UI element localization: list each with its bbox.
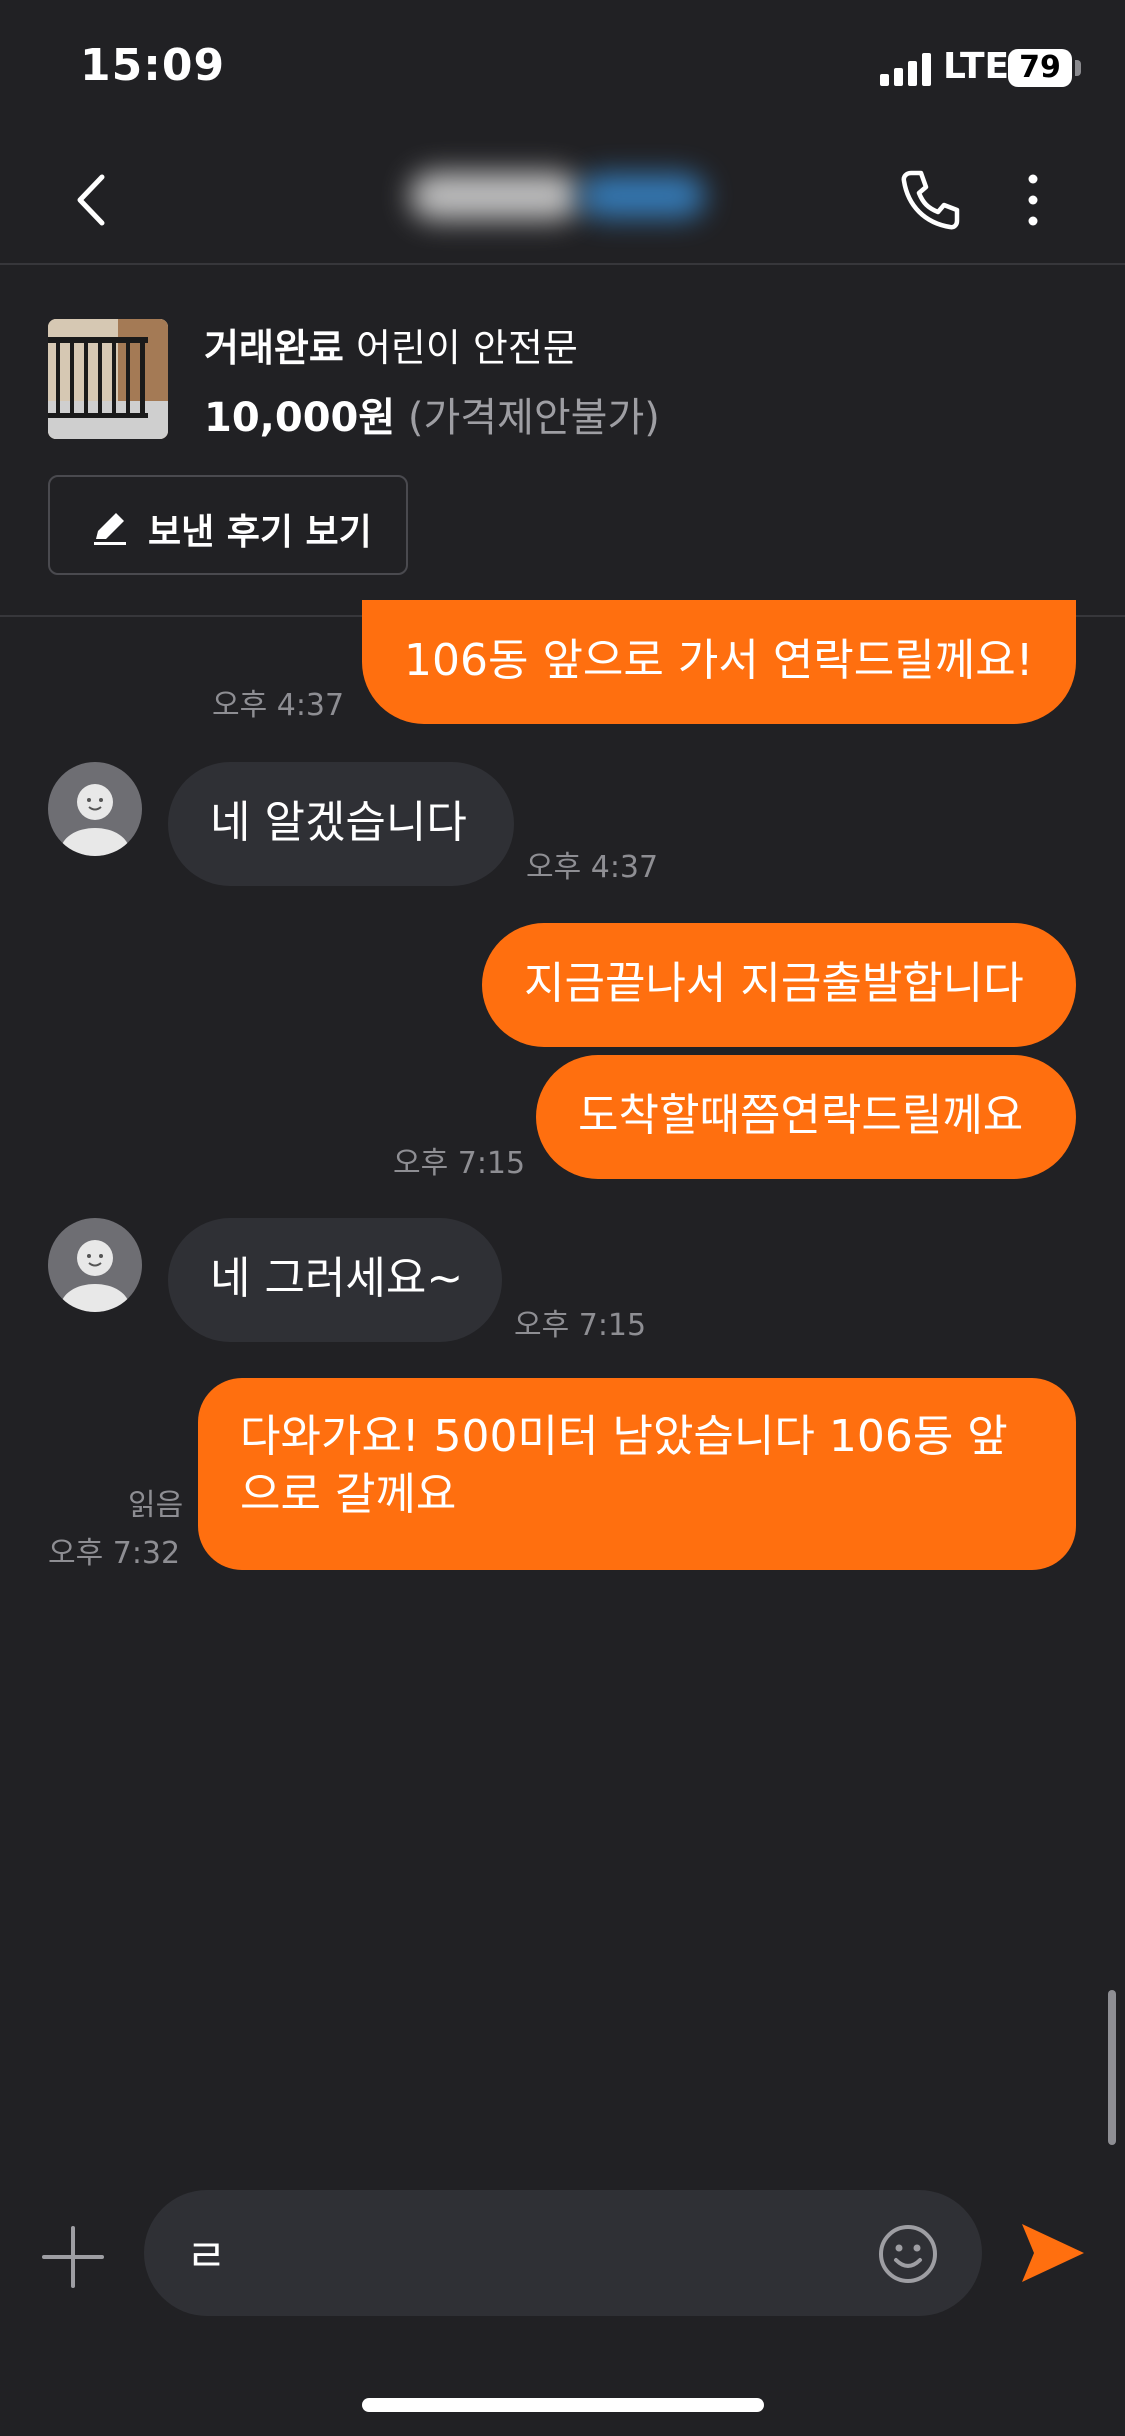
product-price-line: 10,000원 (가격제안불가) <box>204 385 660 443</box>
product-info-bar[interactable]: 거래완료 어린이 안전문 10,000원 (가격제안불가) 보낸 후기 보기 <box>0 267 1125 617</box>
review-button-label: 보낸 후기 보기 <box>148 512 372 553</box>
send-icon <box>1022 2224 1084 2282</box>
view-sent-review-button[interactable]: 보낸 후기 보기 <box>48 475 408 575</box>
message-bubble-sent[interactable]: 도착할때쯤연락드릴께요 <box>536 1055 1076 1179</box>
plus-icon <box>42 2226 104 2288</box>
emoji-icon <box>879 2225 937 2283</box>
avatar-icon <box>61 784 129 856</box>
more-button[interactable] <box>1010 165 1056 235</box>
call-button[interactable] <box>895 165 965 235</box>
trade-status: 거래완료 <box>204 326 344 370</box>
message-time: 오후 7:15 <box>514 1308 647 1343</box>
status-time: 15:09 <box>80 40 226 91</box>
message-input-value[interactable]: ㄹ <box>186 2220 226 2284</box>
product-thumbnail[interactable] <box>48 319 168 439</box>
avatar-icon <box>61 1240 129 1312</box>
emoji-button[interactable] <box>876 2222 940 2286</box>
message-bubble-received[interactable]: 네 그러세요~ <box>168 1218 502 1342</box>
scrollbar[interactable] <box>1108 1990 1116 2145</box>
status-bar: 15:09 LTE 79 <box>0 0 1125 135</box>
product-image <box>48 319 168 439</box>
message-time: 오후 4:37 <box>212 688 345 723</box>
back-button[interactable] <box>60 165 130 235</box>
network-label: LTE <box>943 46 1010 87</box>
avatar[interactable] <box>48 762 142 856</box>
attach-button[interactable] <box>40 2224 106 2290</box>
message-bubble-received[interactable]: 네 알겠습니다 <box>168 762 514 886</box>
chat-partner-name-blurred <box>410 160 710 230</box>
product-name: 어린이 안전문 <box>355 326 578 370</box>
more-vertical-icon <box>1028 174 1038 226</box>
message-bubble-sent[interactable]: 다와가요! 500미터 남았습니다 106동 앞으로 갈께요 <box>198 1378 1076 1570</box>
avatar[interactable] <box>48 1218 142 1312</box>
product-title-line: 거래완료 어린이 안전문 <box>204 317 578 372</box>
battery-icon: 79 <box>1008 49 1072 87</box>
product-price: 10,000원 <box>204 395 396 441</box>
message-time: 오후 4:37 <box>526 850 659 885</box>
message-bubble-sent[interactable]: 지금끝나서 지금출발합니다 <box>482 923 1076 1047</box>
message-time: 오후 7:32 <box>48 1536 181 1571</box>
message-time: 오후 7:15 <box>393 1146 526 1181</box>
phone-icon <box>901 170 960 230</box>
signal-icon <box>880 52 934 86</box>
battery-tip <box>1075 60 1081 76</box>
pencil-icon <box>94 513 126 545</box>
message-input[interactable]: ㄹ <box>144 2190 982 2316</box>
chat-header <box>0 135 1125 265</box>
read-receipt: 읽음 <box>128 1488 184 1523</box>
home-indicator <box>362 2398 764 2412</box>
message-bubble-sent[interactable]: 106동 앞으로 가서 연락드릴께요! <box>362 600 1076 724</box>
send-button[interactable] <box>1018 2220 1088 2286</box>
price-note: (가격제안불가) <box>407 395 660 441</box>
back-icon <box>77 174 105 226</box>
